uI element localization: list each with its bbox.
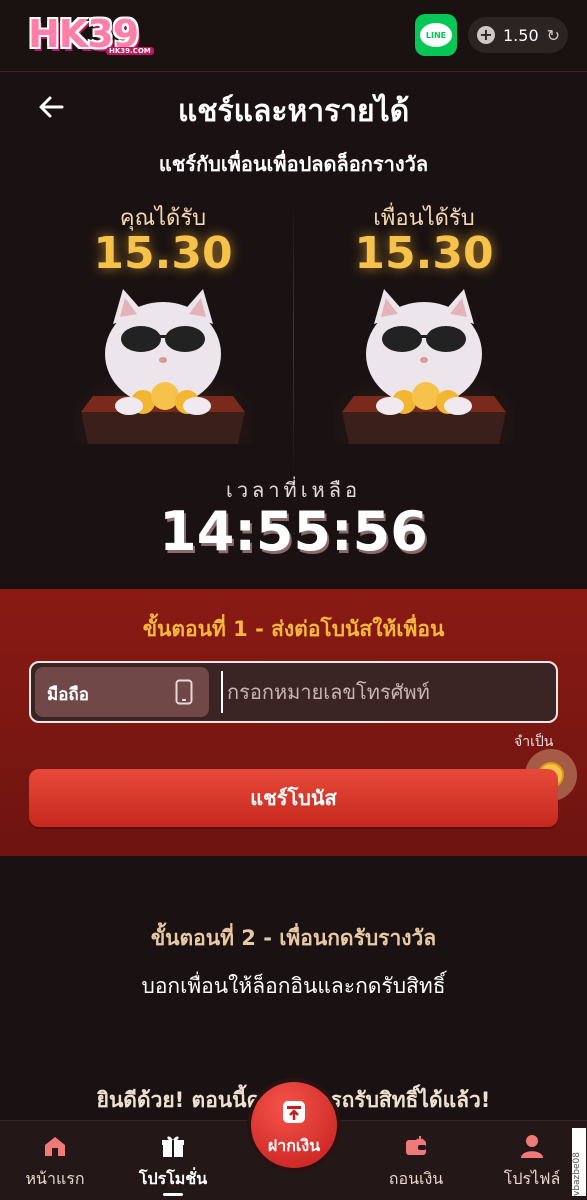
phone-field[interactable]: มือถือ (29, 661, 558, 723)
share-bonus-button[interactable]: แชร์โบนัส (29, 769, 558, 827)
friend-reward: เพื่อนได้รับ 15.30 (314, 200, 534, 500)
add-funds-icon[interactable]: + (477, 26, 495, 44)
active-indicator (163, 1193, 183, 1196)
cat-with-coins-image (73, 289, 253, 444)
page-title: แชร์และหารายได้ (177, 94, 410, 129)
nav-promotions-label: โปรโมชั่น (138, 1169, 208, 1188)
logo-subtext: HK39.COM (106, 47, 154, 55)
balance-value: 1.50 (503, 25, 539, 45)
gift-icon (162, 1136, 184, 1157)
nav-promotions[interactable]: โปรโมชั่น (123, 1121, 223, 1200)
deposit-icon (283, 1101, 305, 1123)
phone-label: มือถือ (47, 685, 89, 705)
refresh-icon[interactable]: ↻ (547, 26, 560, 45)
line-icon: LINE (420, 23, 452, 47)
profile-icon (521, 1135, 543, 1158)
side-id-label: vbazbe08 (572, 1128, 586, 1196)
countdown-timer: 14:55:56 (159, 500, 428, 563)
brand-logo[interactable]: HK39 HK39.COM (28, 12, 154, 58)
line-button[interactable]: LINE (415, 14, 457, 56)
nav-withdraw-label: ถอนเงิน (388, 1169, 444, 1188)
top-bar: HK39 HK39.COM LINE + 1.50 ↻ (0, 0, 587, 72)
column-divider (293, 200, 294, 480)
nav-profile-label: โปรไฟล์ (503, 1169, 561, 1188)
step1-title: ขั้นตอนที่ 1 - ส่งต่อโบนัสให้เพื่อน (142, 617, 445, 641)
deposit-label: ฝากเงิน (267, 1136, 321, 1155)
nav-home-label: หน้าแรก (25, 1169, 85, 1188)
friend-reward-amount: 15.30 (354, 228, 494, 279)
step2-title: ขั้นตอนที่ 2 - เพื่อนกดรับรางวัล (150, 926, 437, 950)
cat-with-coins-image (334, 289, 514, 444)
deposit-button[interactable]: ฝากเงิน (251, 1082, 337, 1168)
phone-input[interactable] (221, 671, 541, 713)
nav-home[interactable]: หน้าแรก (5, 1121, 105, 1200)
nav-profile[interactable]: โปรไฟล์ (482, 1121, 582, 1200)
line-label: LINE (425, 30, 447, 40)
step1-panel: ขั้นตอนที่ 1 - ส่งต่อโบนัสให้เพื่อน มือถ… (0, 589, 587, 856)
wallet-icon (406, 1136, 426, 1155)
mobile-phone-icon (175, 679, 193, 705)
nav-withdraw[interactable]: ถอนเงิน (366, 1121, 466, 1200)
your-reward-amount: 15.30 (93, 228, 233, 279)
page-subtitle: แชร์กับเพื่อนเพื่อปลดล็อกรางวัล (158, 152, 429, 176)
phone-label-box: มือถือ (35, 667, 209, 717)
step2-description: บอกเพื่อนให้ล็อกอินและกดรับสิทธิ์ (141, 974, 446, 998)
your-reward: คุณได้รับ 15.30 (53, 200, 273, 500)
home-icon (45, 1137, 65, 1156)
balance-pill[interactable]: + 1.50 ↻ (468, 17, 568, 53)
